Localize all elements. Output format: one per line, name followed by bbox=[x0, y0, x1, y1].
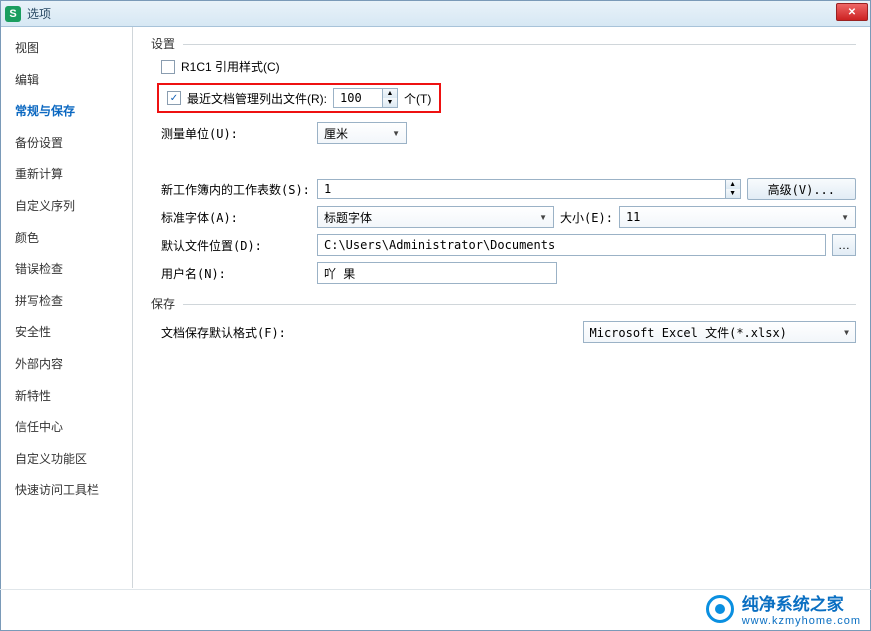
font-row: 标准字体(A): 标题字体 ▼ 大小(E): 11 ▼ bbox=[151, 203, 856, 231]
spin-down-icon[interactable]: ▼ bbox=[726, 189, 740, 198]
location-input[interactable] bbox=[317, 234, 826, 256]
sheets-label: 新工作簿内的工作表数(S): bbox=[161, 181, 311, 198]
watermark-title: 纯净系统之家 bbox=[742, 590, 861, 615]
save-group: 保存 文档保存默认格式(F): Microsoft Excel 文件(*.xls… bbox=[151, 295, 856, 346]
sidebar-item-4[interactable]: 重新计算 bbox=[1, 159, 132, 191]
location-row: 默认文件位置(D): … bbox=[151, 231, 856, 259]
save-group-title: 保存 bbox=[151, 295, 856, 312]
sidebar-item-2[interactable]: 常规与保存 bbox=[1, 96, 132, 128]
dropdown-icon: ▼ bbox=[539, 213, 547, 222]
dropdown-icon: ▼ bbox=[392, 129, 400, 138]
sheets-row: 新工作簿内的工作表数(S): 1 ▲ ▼ 高级(V)... bbox=[151, 175, 856, 203]
format-value: Microsoft Excel 文件(*.xlsx) bbox=[590, 324, 787, 341]
close-button[interactable]: ✕ bbox=[836, 3, 868, 21]
settings-group: 设置 R1C1 引用样式(C) 最近文档管理列出文件(R): 100 ▲ ▼ bbox=[151, 35, 856, 147]
location-label: 默认文件位置(D): bbox=[161, 237, 311, 254]
username-label: 用户名(N): bbox=[161, 265, 311, 282]
close-icon: ✕ bbox=[848, 7, 856, 18]
format-row: 文档保存默认格式(F): Microsoft Excel 文件(*.xlsx) … bbox=[151, 318, 856, 346]
username-input[interactable] bbox=[317, 262, 557, 284]
spin-up-icon[interactable]: ▲ bbox=[726, 180, 740, 189]
dropdown-icon: ▼ bbox=[844, 328, 849, 337]
sidebar-item-0[interactable]: 视图 bbox=[1, 33, 132, 65]
spin-down-icon[interactable]: ▼ bbox=[383, 98, 397, 107]
sidebar-item-9[interactable]: 安全性 bbox=[1, 317, 132, 349]
sidebar-item-1[interactable]: 编辑 bbox=[1, 65, 132, 97]
unit-row: 测量单位(U): 厘米 ▼ bbox=[151, 119, 856, 147]
recent-files-unit: 个(T) bbox=[404, 90, 431, 107]
font-label: 标准字体(A): bbox=[161, 209, 311, 226]
font-size-select[interactable]: 11 ▼ bbox=[619, 206, 856, 228]
unit-label: 测量单位(U): bbox=[161, 125, 311, 142]
workbook-group: . 新工作簿内的工作表数(S): 1 ▲ ▼ 高级(V)... 标准字体(A): bbox=[151, 155, 856, 287]
recent-files-checkbox[interactable] bbox=[167, 91, 181, 105]
recent-files-value: 100 bbox=[334, 89, 382, 107]
recent-files-spinbox[interactable]: 100 ▲ ▼ bbox=[333, 88, 398, 108]
sidebar-item-11[interactable]: 新特性 bbox=[1, 381, 132, 413]
app-icon: S bbox=[5, 6, 21, 22]
r1c1-checkbox[interactable] bbox=[161, 60, 175, 74]
font-select[interactable]: 标题字体 ▼ bbox=[317, 206, 554, 228]
sidebar-item-3[interactable]: 备份设置 bbox=[1, 128, 132, 160]
ellipsis-icon: … bbox=[838, 238, 850, 252]
spin-up-icon[interactable]: ▲ bbox=[383, 89, 397, 98]
watermark: 纯净系统之家 www.kzmyhome.com bbox=[706, 590, 861, 627]
watermark-icon bbox=[706, 595, 734, 623]
dialog-title: 选项 bbox=[27, 5, 51, 22]
font-size-value: 11 bbox=[626, 210, 640, 224]
unit-select[interactable]: 厘米 ▼ bbox=[317, 122, 407, 144]
sidebar: 视图编辑常规与保存备份设置重新计算自定义序列颜色错误检查拼写检查安全性外部内容新… bbox=[1, 27, 133, 588]
titlebar: S 选项 ✕ bbox=[1, 1, 870, 27]
options-dialog: S 选项 ✕ 视图编辑常规与保存备份设置重新计算自定义序列颜色错误检查拼写检查安… bbox=[0, 0, 871, 631]
unit-value: 厘米 bbox=[324, 125, 348, 142]
format-select[interactable]: Microsoft Excel 文件(*.xlsx) ▼ bbox=[583, 321, 857, 343]
browse-button[interactable]: … bbox=[832, 234, 856, 256]
watermark-url: www.kzmyhome.com bbox=[742, 615, 861, 627]
sidebar-item-7[interactable]: 错误检查 bbox=[1, 254, 132, 286]
format-label: 文档保存默认格式(F): bbox=[161, 324, 311, 341]
sheets-spinbox[interactable]: 1 ▲ ▼ bbox=[317, 179, 741, 199]
sheets-value: 1 bbox=[318, 180, 725, 198]
sidebar-item-5[interactable]: 自定义序列 bbox=[1, 191, 132, 223]
recent-files-highlight: 最近文档管理列出文件(R): 100 ▲ ▼ 个(T) bbox=[157, 83, 441, 113]
font-value: 标题字体 bbox=[324, 209, 372, 226]
username-row: 用户名(N): bbox=[151, 259, 856, 287]
dialog-body: 视图编辑常规与保存备份设置重新计算自定义序列颜色错误检查拼写检查安全性外部内容新… bbox=[1, 27, 870, 588]
dropdown-icon: ▼ bbox=[841, 213, 849, 222]
r1c1-row: R1C1 引用样式(C) bbox=[151, 58, 856, 75]
sidebar-item-12[interactable]: 信任中心 bbox=[1, 412, 132, 444]
font-size-label: 大小(E): bbox=[560, 209, 613, 226]
main-panel: 设置 R1C1 引用样式(C) 最近文档管理列出文件(R): 100 ▲ ▼ bbox=[133, 27, 870, 588]
sidebar-item-13[interactable]: 自定义功能区 bbox=[1, 444, 132, 476]
recent-files-label: 最近文档管理列出文件(R): bbox=[187, 90, 327, 107]
settings-group-title: 设置 bbox=[151, 35, 856, 52]
sidebar-item-6[interactable]: 颜色 bbox=[1, 223, 132, 255]
advanced-button[interactable]: 高级(V)... bbox=[747, 178, 856, 200]
sidebar-item-10[interactable]: 外部内容 bbox=[1, 349, 132, 381]
sidebar-item-14[interactable]: 快速访问工具栏 bbox=[1, 475, 132, 507]
sidebar-item-8[interactable]: 拼写检查 bbox=[1, 286, 132, 318]
r1c1-label: R1C1 引用样式(C) bbox=[181, 58, 280, 75]
